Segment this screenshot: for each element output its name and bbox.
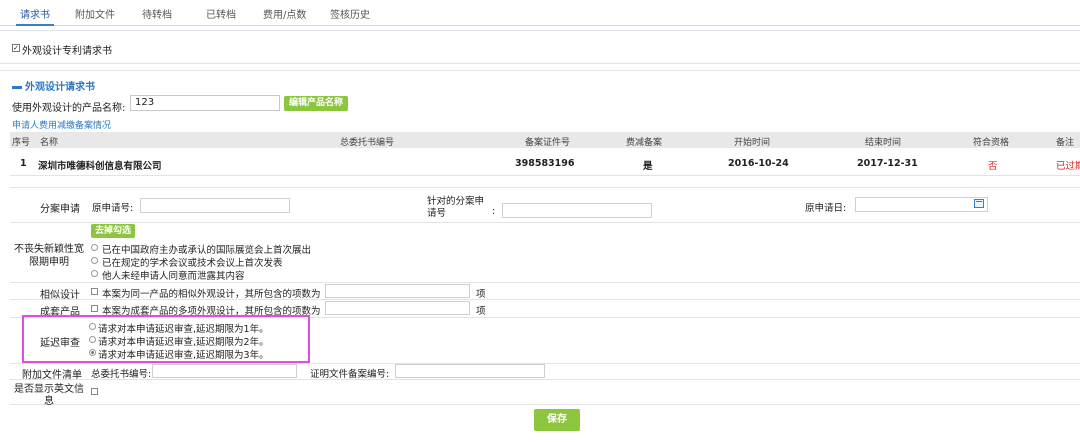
tab-fees[interactable]: 费用/点数 [263, 6, 306, 26]
english-row [10, 379, 1080, 405]
cell-cert: 398583196 [515, 158, 575, 169]
save-button[interactable]: 保存 [534, 409, 580, 431]
target-no-label-2: 请号 [427, 208, 447, 219]
form-type-bar: ✓ 外观设计专利请求书 [0, 30, 1080, 64]
cert-no-input[interactable] [395, 364, 545, 378]
power-no-label: 总委托书编号: [91, 369, 152, 380]
tab-review-history[interactable]: 签核历史 [330, 6, 370, 26]
english-label-2: 息 [44, 396, 54, 407]
cell-start: 2016-10-24 [728, 158, 789, 169]
tab-bar: 请求书 附加文件 待转档 已转档 费用/点数 签核历史 [0, 0, 1080, 26]
dash-icon [12, 85, 22, 89]
english-checkbox[interactable] [91, 388, 98, 395]
applicant-table-header: 序号 名称 总委托书编号 备案证件号 费减备案 开始时间 结束时间 符合资格 备… [10, 132, 1080, 148]
table-row: 1 深圳市唯德科创信息有限公司 398583196 是 2016-10-24 2… [10, 150, 1080, 176]
delay-highlight-box [22, 315, 310, 363]
orig-no-input[interactable] [140, 198, 290, 213]
tab-pending-transfer[interactable]: 待转档 [142, 6, 172, 26]
th-cert: 备案证件号 [525, 138, 571, 148]
similar-text: 本案为同一产品的相似外观设计，其所包含的项数为 [102, 289, 321, 300]
power-no-input[interactable] [152, 364, 297, 378]
cell-no: 1 [20, 158, 27, 169]
cell-reduce: 是 [643, 161, 653, 172]
orig-date-input[interactable] [855, 197, 988, 212]
novelty-label-2: 限期申明 [29, 257, 69, 268]
th-end: 结束时间 [865, 138, 902, 148]
set-product-checkbox[interactable] [91, 305, 98, 312]
tab-request[interactable]: 请求书 [16, 6, 54, 26]
tab-attachments[interactable]: 附加文件 [75, 6, 115, 26]
similar-count-input[interactable] [325, 284, 470, 298]
cell-end: 2017-12-31 [857, 158, 918, 169]
cell-qualified: 否 [988, 161, 998, 172]
similar-checkbox[interactable] [91, 288, 98, 295]
th-name: 名称 [40, 138, 59, 148]
calendar-icon[interactable] [974, 199, 984, 208]
edit-product-name-button[interactable]: 编辑产品名称 [284, 96, 348, 111]
set-product-count-input[interactable] [325, 301, 470, 315]
target-no-input[interactable] [502, 203, 652, 218]
th-qualified: 符合资格 [973, 138, 1010, 148]
division-label: 分案申请 [40, 204, 80, 215]
novelty-radio-1[interactable] [91, 244, 98, 251]
th-reduce: 费减备案 [626, 138, 663, 148]
clear-selection-button[interactable]: 去掉勾选 [91, 224, 135, 238]
orig-date-label: 原申请日: [805, 203, 847, 214]
orig-no-label: 原申请号: [92, 203, 134, 214]
product-name-input[interactable]: 123 [130, 95, 280, 111]
th-start: 开始时间 [734, 138, 771, 148]
applicant-subhead: 申请人费用减缴备案情况 [12, 121, 112, 131]
form-type-label: 外观设计专利请求书 [22, 46, 112, 57]
novelty-option-2: 已在规定的学术会议或技术会议上首次发表 [102, 258, 283, 269]
form-type-checkbox[interactable]: ✓ [12, 44, 20, 52]
cert-no-label: 证明文件备案编号: [310, 369, 390, 380]
target-no-colon: : [492, 206, 496, 217]
novelty-option-3: 他人未经申请人同意而泄露其内容 [102, 271, 245, 282]
novelty-option-1: 已在中国政府主办或承认的国际展览会上首次展出 [102, 245, 312, 256]
product-name-label: 使用外观设计的产品名称: [12, 103, 126, 114]
th-no: 序号 [12, 138, 31, 148]
set-product-unit: 项 [476, 306, 486, 317]
th-note: 备注 [1056, 138, 1075, 148]
cell-note: 已过期 [1056, 161, 1080, 172]
novelty-radio-2[interactable] [91, 257, 98, 264]
cell-name: 深圳市唯德科创信息有限公司 [38, 161, 162, 172]
th-power: 总委托书编号 [340, 138, 395, 148]
tab-transferred[interactable]: 已转档 [206, 6, 236, 26]
section-title: 外观设计请求书 [12, 78, 95, 93]
novelty-radio-3[interactable] [91, 270, 98, 277]
similar-unit: 项 [476, 289, 486, 300]
